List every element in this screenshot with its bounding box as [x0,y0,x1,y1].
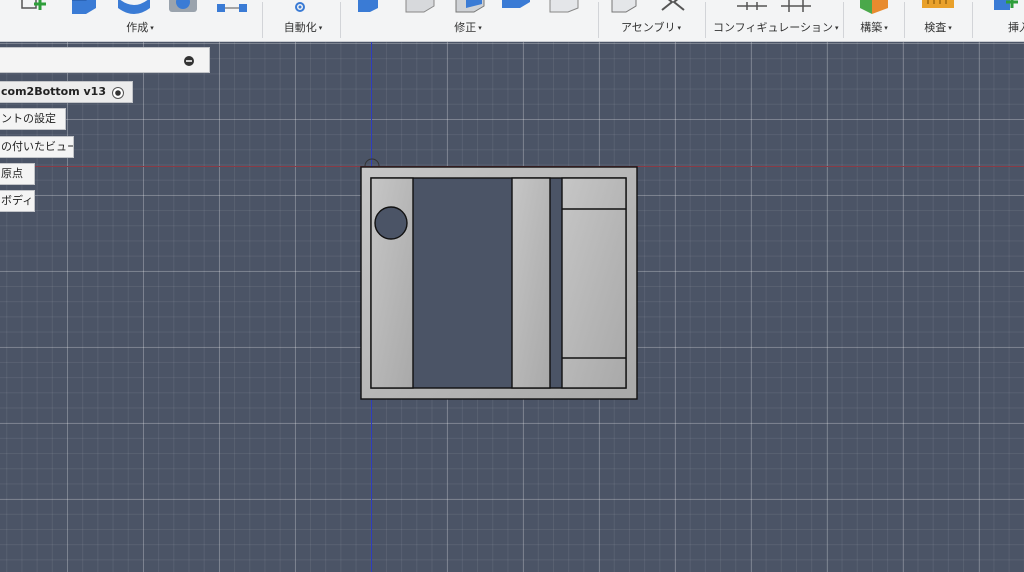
insert-group[interactable]: 挿入 [980,0,1024,41]
draft-icon[interactable] [546,0,582,14]
toolbar-separator [843,2,844,38]
canvas-viewport[interactable]: com2Bottom v13 ントの設定 の付いたビュー 原点 ボディ [0,42,1024,572]
inspect-group[interactable]: 検査 ▾ [910,0,966,41]
assemble-menu-label[interactable]: アセンブリ ▾ [606,19,696,35]
insert-menu-label[interactable]: 挿入 [1008,19,1024,35]
insert-icon[interactable] [992,0,1022,14]
construct-group[interactable]: 構築 ▾ [848,0,900,41]
toolbar: 作成 ▾ 自動化 ▾ 修正 ▾ アセンブリ ▾ コンフィギュレーション ▾ 構築… [0,0,1024,42]
middle-rib [511,177,551,389]
config-table-icon[interactable] [735,0,769,14]
hole-icon[interactable] [167,0,199,14]
extrude-icon[interactable] [68,0,98,14]
fillet-icon[interactable] [402,0,436,14]
new-component-icon[interactable] [610,0,638,14]
inspect-menu-label[interactable]: 検査 ▾ [910,19,966,35]
pattern-icon[interactable] [215,0,249,14]
toolbar-separator [262,2,263,38]
shell-icon[interactable] [500,0,534,14]
assemble-group[interactable]: アセンブリ ▾ [606,0,696,41]
toolbar-separator [340,2,341,38]
create-menu-label[interactable]: 作成 ▾ [0,19,280,35]
automate-menu-label[interactable]: 自動化 ▾ [270,19,336,35]
model-body[interactable] [0,42,1024,572]
modify-group[interactable]: 修正 ▾ [348,0,588,41]
toolbar-separator [972,2,973,38]
origin-marker [364,158,380,167]
modify-menu-label[interactable]: 修正 ▾ [348,19,588,35]
measure-icon[interactable] [920,0,956,14]
sketch-create-icon[interactable] [20,0,50,14]
config-rule-icon[interactable] [779,0,813,14]
configure-group[interactable]: コンフィギュレーション ▾ [713,0,839,41]
chamfer-icon[interactable] [452,0,486,14]
press-pull-icon[interactable] [354,0,382,14]
toolbar-separator [904,2,905,38]
configure-menu-label[interactable]: コンフィギュレーション ▾ [713,19,839,35]
revolve-icon[interactable] [116,0,152,14]
create-group[interactable]: 作成 ▾ [10,0,250,41]
toolbar-separator [598,2,599,38]
toolbar-separator [705,2,706,38]
joint-icon[interactable] [658,0,688,14]
mount-hole [374,206,408,240]
enclosure-outline [360,166,638,400]
automate-group[interactable]: 自動化 ▾ [270,0,336,41]
plane-icon[interactable] [858,0,890,14]
automate-icon[interactable] [292,0,308,14]
construct-menu-label[interactable]: 構築 ▾ [848,19,900,35]
